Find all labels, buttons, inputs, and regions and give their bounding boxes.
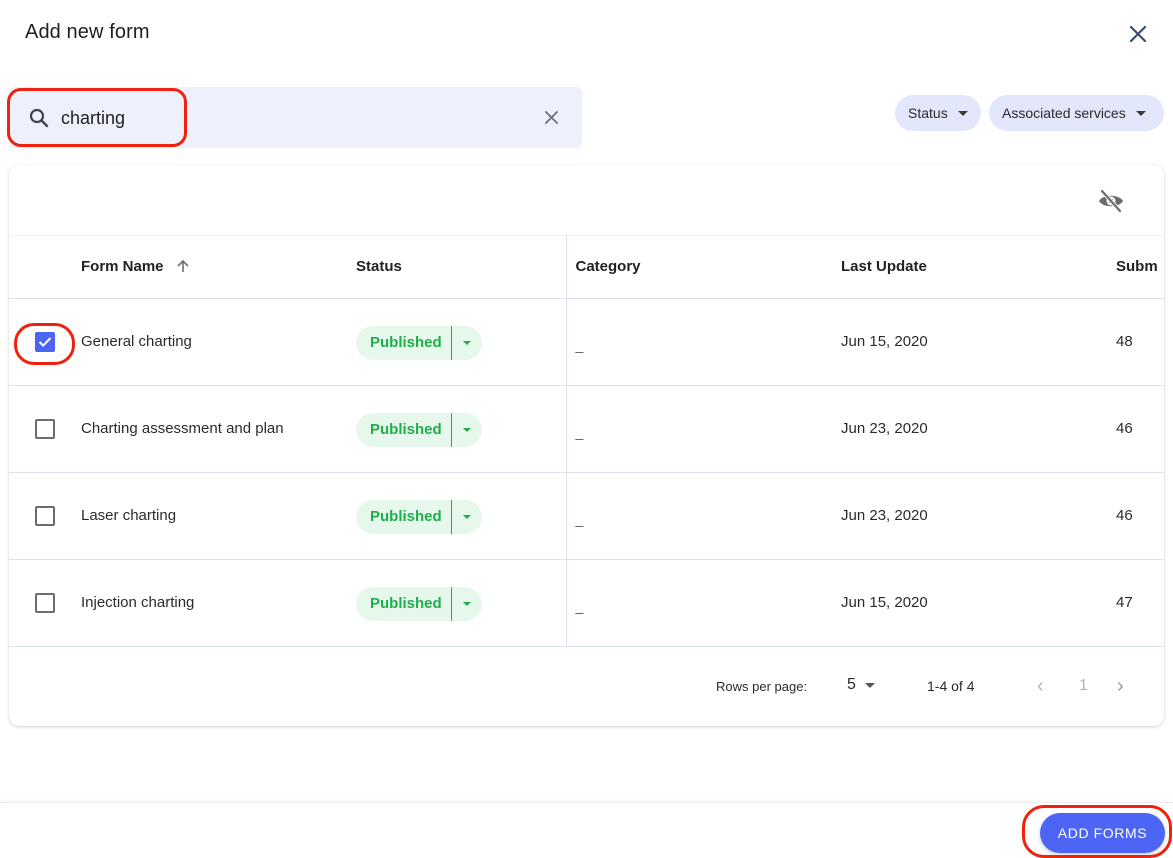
table-row[interactable]: General charting Published _ Jun 15, 202… (9, 298, 1164, 385)
category-value: _ (575, 337, 584, 353)
caret-down-icon (452, 427, 482, 432)
status-label: Published (370, 333, 442, 351)
status-label: Published (370, 507, 442, 525)
caret-down-icon (957, 110, 968, 116)
clear-search-button[interactable] (539, 105, 563, 129)
page-range: 1-4 of 4 (927, 678, 975, 694)
forms-table-card: Form Name Status Category Last Update Su… (9, 165, 1164, 726)
last-update-cell: Jun 15, 2020 (841, 333, 928, 350)
column-header-category[interactable]: Category (566, 236, 841, 298)
submissions-cell: 46 (1116, 420, 1133, 437)
close-icon (1129, 25, 1147, 43)
status-cell: Published (356, 472, 567, 559)
rows-per-page-value: 5 (847, 676, 856, 693)
row-checkbox-cell (9, 298, 81, 385)
table-row[interactable]: Injection charting Published _ Jun 15, 2… (9, 559, 1164, 646)
form-name-cell: General charting (81, 333, 192, 350)
column-header-last-update[interactable]: Last Update (841, 236, 1116, 298)
form-name-cell: Charting assessment and plan (81, 420, 284, 437)
current-page: 1 (1079, 677, 1088, 694)
forms-table: Form Name Status Category Last Update Su… (9, 236, 1164, 647)
next-page-button[interactable]: › (1117, 675, 1124, 698)
category-value: _ (575, 511, 584, 527)
dialog-footer (0, 802, 1173, 858)
row-checkbox[interactable] (35, 505, 55, 526)
category-cell: _ (566, 559, 841, 646)
eye-off-icon[interactable] (1097, 188, 1125, 214)
status-cell: Published (356, 298, 567, 385)
column-label: Form Name (81, 258, 164, 276)
category-cell: _ (566, 472, 841, 559)
table-row[interactable]: Laser charting Published _ Jun 23, 2020 … (9, 472, 1164, 559)
row-checkbox-cell (9, 559, 81, 646)
caret-down-icon (864, 682, 875, 688)
column-header-form-name[interactable]: Form Name (81, 236, 356, 298)
column-header-submissions[interactable]: Subm (1116, 236, 1164, 298)
pagination: Rows per page: 5 1-4 of 4 ‹ 1 › (9, 647, 1164, 726)
form-name-cell: Laser charting (81, 507, 177, 524)
category-value: _ (575, 424, 584, 440)
status-cell: Published (356, 559, 567, 646)
search-bar (9, 87, 582, 148)
status-filter-label: Status (908, 105, 948, 121)
category-cell: _ (566, 298, 841, 385)
status-dropdown[interactable]: Published (356, 499, 482, 534)
associated-services-filter-chip[interactable]: Associated services (989, 95, 1164, 131)
clear-icon (544, 110, 558, 124)
add-form-dialog: Add new form Status Associated services (0, 0, 1173, 858)
search-input[interactable] (61, 101, 521, 135)
status-dropdown[interactable]: Published (356, 412, 482, 447)
associated-services-filter-label: Associated services (1002, 105, 1126, 121)
status-filter-chip[interactable]: Status (895, 95, 981, 131)
row-checkbox-cell (9, 385, 81, 472)
header-checkbox-cell (9, 236, 81, 298)
status-dropdown[interactable]: Published (356, 586, 482, 621)
status-label: Published (370, 594, 442, 612)
category-value: _ (575, 598, 584, 614)
row-checkbox-cell (9, 472, 81, 559)
row-checkbox[interactable] (35, 592, 55, 613)
table-toolbar (9, 165, 1164, 236)
add-forms-button[interactable]: ADD FORMS (1040, 813, 1165, 853)
caret-down-icon (452, 514, 482, 519)
column-header-status[interactable]: Status (356, 236, 567, 298)
caret-down-icon (1135, 110, 1146, 116)
last-update-cell: Jun 15, 2020 (841, 594, 928, 611)
form-name-cell: Injection charting (81, 594, 195, 611)
rows-per-page-label: Rows per page: (716, 679, 808, 694)
close-button[interactable] (1124, 20, 1152, 48)
caret-down-icon (452, 340, 482, 345)
status-dropdown[interactable]: Published (356, 325, 482, 360)
rows-per-page-select[interactable]: 5 (847, 676, 875, 694)
previous-page-button[interactable]: ‹ (1037, 675, 1044, 698)
last-update-cell: Jun 23, 2020 (841, 420, 928, 437)
row-checkbox[interactable] (35, 331, 55, 352)
caret-down-icon (452, 601, 482, 606)
row-checkbox[interactable] (35, 418, 55, 439)
check-icon (38, 336, 52, 347)
search-icon (29, 108, 49, 128)
table-row[interactable]: Charting assessment and plan Published _… (9, 385, 1164, 472)
arrow-up-icon[interactable] (176, 259, 190, 273)
submissions-cell: 47 (1116, 594, 1133, 611)
dialog-title: Add new form (25, 21, 150, 43)
last-update-cell: Jun 23, 2020 (841, 507, 928, 524)
status-cell: Published (356, 385, 567, 472)
submissions-cell: 48 (1116, 333, 1133, 350)
table-header-row: Form Name Status Category Last Update Su… (9, 236, 1164, 298)
status-label: Published (370, 420, 442, 438)
submissions-cell: 46 (1116, 507, 1133, 524)
category-cell: _ (566, 385, 841, 472)
